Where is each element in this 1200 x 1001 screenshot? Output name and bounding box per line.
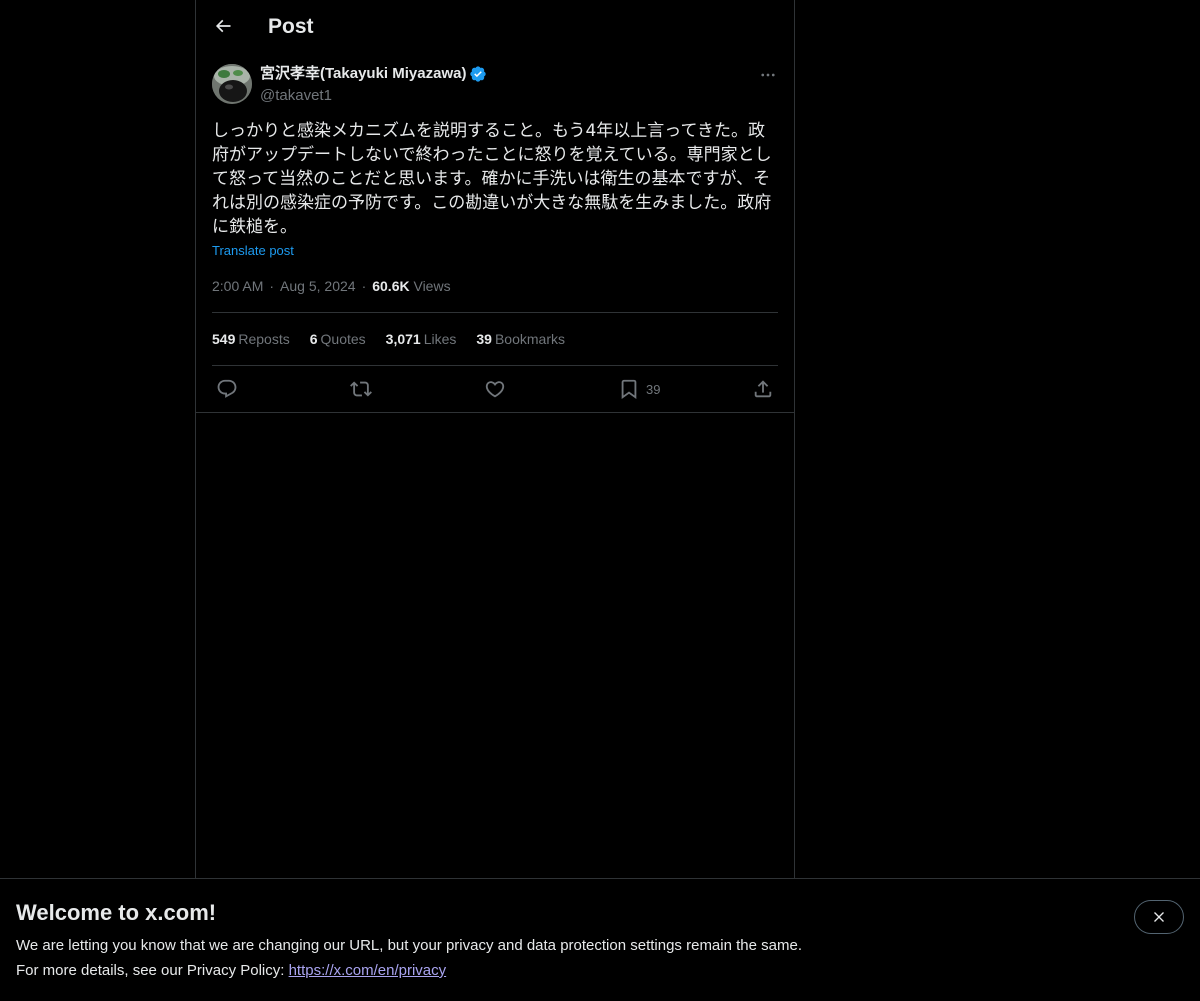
likes-label: Likes — [423, 331, 457, 347]
post-header: Post — [196, 0, 794, 54]
avatar[interactable] — [212, 64, 252, 104]
close-icon — [1154, 912, 1164, 922]
banner-message: We are letting you know that we are chan… — [16, 937, 802, 954]
bookmarks-stat[interactable]: 39 Bookmarks — [476, 329, 565, 349]
likes-count: 3,071 — [385, 331, 421, 347]
banner-privacy-line: For more details, see our Privacy Policy… — [16, 961, 446, 981]
views-count: 60.6K — [372, 278, 410, 294]
post-column: Post 宮沢孝幸(Takayuki Miyazawa) @takavet1 し… — [195, 0, 795, 878]
reposts-label: Reposts — [238, 331, 290, 347]
share-icon — [754, 380, 772, 398]
bookmarks-label: Bookmarks — [494, 331, 565, 347]
divider — [196, 412, 794, 413]
quotes-count: 6 — [309, 331, 318, 347]
post-meta: 2:00 AM · Aug 5, 2024 · 60.6K Views — [212, 276, 451, 296]
author-handle[interactable]: @takavet1 — [260, 86, 332, 106]
action-bar: 39 — [196, 366, 794, 412]
repost-button[interactable] — [350, 378, 372, 400]
like-icon — [485, 381, 505, 398]
like-button[interactable] — [484, 378, 506, 400]
reposts-stat[interactable]: 549 Reposts — [212, 329, 290, 349]
welcome-banner: Welcome to x.com! We are letting you kno… — [0, 878, 1200, 1001]
divider — [212, 312, 778, 313]
meta-separator: · — [361, 278, 367, 294]
share-button[interactable] — [752, 378, 774, 400]
reply-icon — [217, 379, 237, 398]
bookmarks-count: 39 — [476, 331, 492, 347]
post-stats: 549 Reposts 6 Quotes 3,071 Likes 39 Bookmark… — [212, 329, 585, 349]
quotes-label: Quotes — [320, 331, 366, 347]
likes-stat[interactable]: 3,071 Likes — [386, 329, 457, 349]
avatar-image — [212, 64, 252, 104]
views-label: Views — [413, 278, 451, 294]
author-name[interactable]: 宮沢孝幸(Takayuki Miyazawa) — [260, 64, 487, 84]
bookmark-icon — [621, 379, 637, 400]
back-button[interactable] — [206, 9, 240, 43]
post-date[interactable]: Aug 5, 2024 — [280, 278, 356, 294]
banner-privacy-prefix: For more details, see our Privacy Policy… — [16, 962, 289, 979]
verified-badge-icon[interactable] — [469, 65, 487, 83]
back-arrow-icon — [215, 19, 231, 33]
bookmark-count: 39 — [646, 381, 661, 397]
repost-icon — [350, 381, 372, 397]
translate-post-link[interactable]: Translate post — [212, 242, 294, 260]
banner-title: Welcome to x.com! — [16, 900, 217, 925]
privacy-policy-link[interactable]: https://x.com/en/privacy — [289, 962, 447, 979]
post-time[interactable]: 2:00 AM — [212, 278, 263, 294]
more-button[interactable] — [754, 63, 782, 87]
bookmark-button[interactable]: 39 — [618, 378, 660, 400]
post-text: しっかりと感染メカニズムを説明すること。もう4年以上言ってきた。政府がアップデー… — [212, 121, 772, 237]
page-title: Post — [268, 15, 314, 38]
close-banner-button[interactable] — [1134, 900, 1184, 934]
meta-separator: · — [269, 278, 275, 294]
quotes-stat[interactable]: 6 Quotes — [310, 329, 366, 349]
author-name-text[interactable]: 宮沢孝幸(Takayuki Miyazawa) — [260, 64, 466, 84]
reply-button[interactable] — [216, 378, 238, 400]
more-icon — [761, 73, 775, 77]
reposts-count: 549 — [212, 331, 236, 347]
